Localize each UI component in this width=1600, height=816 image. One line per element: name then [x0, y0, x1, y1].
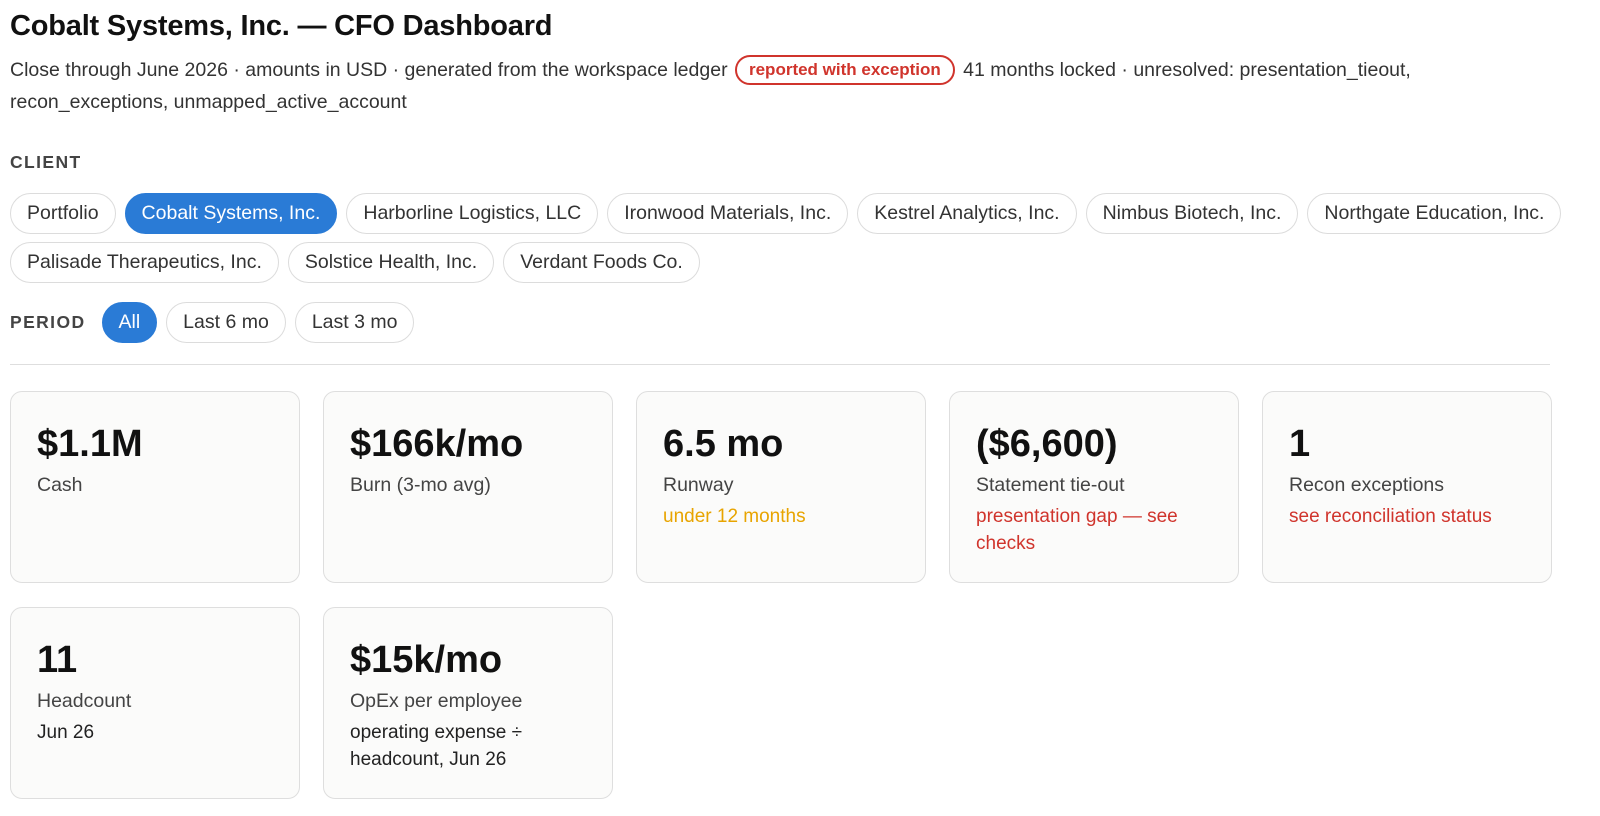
- kpi-note: presentation gap — see checks: [976, 506, 1178, 554]
- kpi-card-recon-exceptions: 1 Recon exceptions see reconciliation stat…: [1262, 391, 1552, 583]
- client-chip-solstice-health-inc[interactable]: Solstice Health, Inc.: [287, 242, 495, 283]
- kpi-card-cash: $1.1M Cash: [10, 391, 300, 583]
- kpi-value: 11: [37, 639, 78, 681]
- kpi-note: operating expense ÷ headcount, Jun 26: [350, 722, 523, 770]
- kpi-note: see reconciliation status: [1289, 506, 1492, 527]
- kpi-label: OpEx per employee: [350, 690, 523, 712]
- kpi-card-burn-3-mo-avg: $166k/mo Burn (3-mo avg): [323, 391, 613, 583]
- kpi-value: 1: [1289, 423, 1311, 465]
- period-chip-last-3-mo[interactable]: Last 3 mo: [294, 302, 415, 343]
- kpi-label: Runway: [663, 474, 734, 496]
- kpi-label: Cash: [37, 474, 83, 496]
- period-section-label: PERIOD: [10, 312, 86, 332]
- client-chip-nimbus-biotech-inc[interactable]: Nimbus Biotech, Inc.: [1085, 193, 1299, 234]
- kpi-value: 6.5 mo: [663, 423, 784, 465]
- kpi-card-statement-tie-out: ($6,600) Statement tie-out presentation ga…: [949, 391, 1239, 583]
- client-chip-kestrel-analytics-inc[interactable]: Kestrel Analytics, Inc.: [857, 193, 1077, 234]
- kpi-label: Headcount: [37, 690, 132, 712]
- client-chip-portfolio[interactable]: Portfolio: [10, 193, 116, 234]
- subtitle-context: Close through June 2026 · amounts in USD…: [10, 59, 728, 81]
- client-chip-ironwood-materials-inc[interactable]: Ironwood Materials, Inc.: [607, 193, 849, 234]
- kpi-value: $166k/mo: [350, 423, 524, 465]
- page-subtitle: Close through June 2026 · amounts in USD…: [10, 54, 1570, 118]
- page-title: Cobalt Systems, Inc. — CFO Dashboard: [10, 10, 553, 42]
- kpi-card-grid: $1.1M Cash $166k/mo Burn (3-mo avg) 6.5 mo Ru…: [10, 391, 1590, 799]
- kpi-label: Burn (3-mo avg): [350, 474, 491, 496]
- client-chip-northgate-education-inc[interactable]: Northgate Education, Inc.: [1307, 193, 1562, 234]
- period-selector: All Last 6 mo Last 3 mo: [101, 302, 424, 343]
- kpi-value: $15k/mo: [350, 639, 503, 681]
- kpi-card-runway: 6.5 mo Runway under 12 months: [636, 391, 926, 583]
- kpi-label: Statement tie-out: [976, 474, 1125, 496]
- period-chip-all[interactable]: All: [101, 302, 158, 343]
- client-section-label: CLIENT: [10, 152, 82, 172]
- kpi-card-opex-per-employee: $15k/mo OpEx per employee operating expens…: [323, 607, 613, 799]
- kpi-note: Jun 26: [37, 722, 95, 743]
- client-chip-verdant-foods-co[interactable]: Verdant Foods Co.: [503, 242, 700, 283]
- status-badge: reported with exception: [734, 55, 955, 85]
- client-chip-cobalt-systems-inc[interactable]: Cobalt Systems, Inc.: [124, 193, 338, 234]
- cfo-dashboard: Cobalt Systems, Inc. — CFO Dashboard Clo…: [0, 0, 1600, 799]
- kpi-value: ($6,600): [976, 423, 1118, 465]
- kpi-value: $1.1M: [37, 423, 143, 465]
- section-divider: [10, 364, 1550, 365]
- kpi-note: under 12 months: [663, 506, 806, 527]
- kpi-card-headcount: 11 Headcount Jun 26: [10, 607, 300, 799]
- period-selector-row: PERIOD All Last 6 mo Last 3 mo: [10, 302, 1590, 343]
- kpi-label: Recon exceptions: [1289, 474, 1445, 496]
- period-chip-last-6-mo[interactable]: Last 6 mo: [166, 302, 286, 343]
- client-chip-palisade-therapeutics-inc[interactable]: Palisade Therapeutics, Inc.: [10, 242, 279, 283]
- client-chip-harborline-logistics-llc[interactable]: Harborline Logistics, LLC: [346, 193, 599, 234]
- client-selector: Portfolio Cobalt Systems, Inc. Harborline …: [10, 193, 1570, 283]
